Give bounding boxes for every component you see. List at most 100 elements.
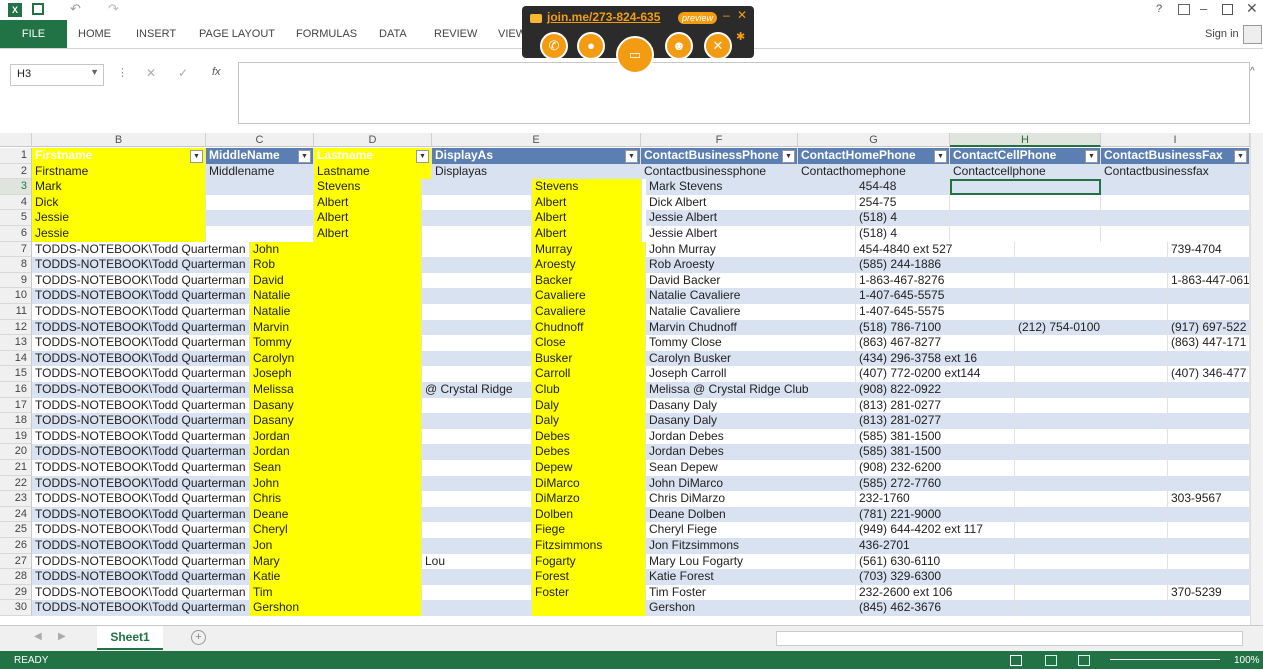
table-cell-f[interactable]: Rob Aroesty [646, 257, 856, 273]
table-cell-a[interactable]: TODDS-NOTEBOOK\Todd Quarterman [32, 444, 250, 460]
table-cell-a[interactable]: TODDS-NOTEBOOK\Todd Quarterman [32, 350, 250, 367]
table-cell-g[interactable]: 232-1760 [856, 491, 1015, 507]
table-cell-e[interactable]: Cavaliere [532, 304, 646, 320]
table-cell-h[interactable] [1015, 413, 1168, 429]
row-header-26[interactable]: 26 [0, 538, 32, 554]
table-cell-g[interactable]: (863) 467-8277 [856, 335, 1015, 351]
table-cell[interactable]: Firstname [32, 163, 206, 180]
table-cell-i[interactable] [1168, 413, 1250, 429]
table-cell-a[interactable]: TODDS-NOTEBOOK\Todd Quarterman [32, 569, 250, 585]
table-cell-d[interactable] [422, 304, 532, 320]
column-header-i[interactable]: I [1101, 133, 1250, 147]
zoom-level[interactable]: 100% [1234, 655, 1260, 666]
row-header-19[interactable]: 19 [0, 428, 32, 445]
table-cell-f[interactable]: Sean Depew [646, 460, 856, 476]
table-cell-d[interactable] [422, 413, 532, 429]
table-cell-f[interactable]: Melissa @ Crystal Ridge Club [646, 382, 856, 398]
table-cell-i[interactable] [1168, 288, 1250, 304]
filter-dropdown-icon[interactable]: ▼ [190, 150, 203, 163]
row-header-5[interactable]: 5 [0, 210, 32, 226]
table-cell-middlename[interactable] [206, 179, 314, 195]
column-header-d[interactable]: D [314, 133, 432, 147]
table-cell-i[interactable] [1101, 179, 1250, 195]
table-cell-d[interactable] [422, 272, 532, 289]
table-cell-d[interactable] [422, 397, 532, 414]
table-cell-g[interactable]: (585) 381-1500 [856, 444, 1015, 460]
table-header-cell[interactable]: MiddleName ▼ [206, 148, 314, 164]
table-cell-e[interactable]: Foster [532, 584, 646, 601]
table-cell-e[interactable]: Club [532, 382, 646, 398]
table-cell-f[interactable]: Jordan Debes [646, 444, 856, 460]
row-header-15[interactable]: 15 [0, 366, 32, 382]
table-cell-e[interactable]: Cavaliere [532, 288, 646, 304]
table-cell-lastname[interactable]: Albert [314, 210, 422, 226]
table-cell-h[interactable] [950, 194, 1101, 211]
table-cell-h[interactable] [1015, 522, 1168, 538]
row-header-28[interactable]: 28 [0, 569, 32, 585]
table-cell-i[interactable] [1168, 304, 1250, 320]
table-cell-b[interactable]: David [250, 272, 422, 289]
table-cell-middlename[interactable] [206, 210, 314, 226]
row-header-24[interactable]: 24 [0, 506, 32, 523]
active-cell-h3[interactable] [950, 179, 1101, 195]
table-cell-i[interactable] [1168, 553, 1250, 570]
tab-data[interactable]: DATA [379, 20, 407, 48]
table-cell-d[interactable] [422, 444, 532, 460]
table-cell-h[interactable] [1015, 382, 1168, 398]
table-cell-firstname[interactable]: Jessie [32, 226, 206, 242]
table-cell-h[interactable] [1015, 553, 1168, 570]
table-cell-b[interactable]: Dasany [250, 397, 422, 414]
close-button[interactable]: ✕ [1246, 0, 1258, 17]
table-cell-e[interactable]: Fitzsimmons [532, 538, 646, 554]
undo-icon[interactable]: ↶ [70, 1, 81, 17]
restore-button[interactable] [1222, 4, 1233, 15]
spreadsheet-grid[interactable]: BCDEFGHI 1 Firstname ▼ MiddleName ▼ Lastname ▼… [0, 133, 1263, 625]
table-cell-g[interactable]: 1-863-467-8276 [856, 272, 1015, 289]
row-header-6[interactable]: 6 [0, 226, 32, 242]
prev-sheet-icon[interactable]: ◀ [34, 631, 42, 642]
table-cell-f[interactable]: Dick Albert [646, 194, 856, 211]
table-cell-d[interactable] [422, 522, 532, 538]
chevron-down-icon[interactable]: ▼ [90, 67, 99, 77]
table-cell-i[interactable]: 739-4704 [1168, 241, 1250, 258]
row-header-30[interactable]: 30 [0, 600, 32, 616]
table-cell-middlename[interactable] [206, 194, 314, 211]
table-cell-f[interactable]: Dasany Daly [646, 413, 856, 429]
table-cell-f[interactable]: Deane Dolben [646, 506, 856, 523]
table-cell-g[interactable]: 436-2701 [856, 538, 1015, 554]
table-cell-g[interactable]: (561) 630-6110 [856, 553, 1015, 570]
joinme-minimize-icon[interactable]: – [723, 8, 730, 22]
zoom-slider[interactable] [1110, 659, 1220, 660]
table-cell-i[interactable] [1168, 522, 1250, 538]
table-header-cell[interactable]: ContactCellPhone ▼ [950, 148, 1101, 164]
column-header-c[interactable]: C [206, 133, 314, 147]
table-cell-lastname[interactable]: Stevens [314, 179, 422, 195]
table-cell-d[interactable] [422, 428, 532, 445]
row-header-3[interactable]: 3 [0, 179, 32, 195]
table-cell-a[interactable]: TODDS-NOTEBOOK\Todd Quarterman [32, 460, 250, 476]
table-cell-displayas[interactable] [422, 210, 532, 226]
table-cell-b[interactable]: Jordan [250, 444, 422, 460]
table-cell-g[interactable]: (585) 272-7760 [856, 475, 1015, 492]
table-cell-a[interactable]: TODDS-NOTEBOOK\Todd Quarterman [32, 272, 250, 289]
table-cell-g[interactable]: (518) 4 [856, 226, 950, 242]
table-cell[interactable]: Middlename [206, 163, 314, 180]
table-cell-i[interactable] [1168, 428, 1250, 445]
row-header-20[interactable]: 20 [0, 444, 32, 460]
table-cell-d[interactable] [422, 538, 532, 554]
tab-file[interactable]: FILE [0, 20, 67, 48]
table-cell-f[interactable]: Jessie Albert [646, 210, 856, 226]
table-cell-f[interactable]: Jessie Albert [646, 226, 856, 242]
table-cell-a[interactable]: TODDS-NOTEBOOK\Todd Quarterman [32, 319, 250, 336]
table-cell-a[interactable]: TODDS-NOTEBOOK\Todd Quarterman [32, 413, 250, 429]
ribbon-display-icon[interactable] [1178, 4, 1190, 15]
table-cell-g[interactable]: 232-2600 ext 106 [856, 584, 1015, 601]
row-header-18[interactable]: 18 [0, 413, 32, 429]
phone-icon[interactable]: ✆ [540, 32, 568, 60]
table-cell-g[interactable]: (949) 644-4202 ext 117 [856, 522, 1015, 538]
table-header-cell[interactable]: ContactBusinessPhone ▼ [641, 148, 798, 164]
table-cell-g[interactable]: (908) 232-6200 [856, 460, 1015, 476]
table-cell-a[interactable]: TODDS-NOTEBOOK\Todd Quarterman [32, 288, 250, 304]
insert-function-button[interactable]: fx [212, 66, 221, 78]
table-cell-h[interactable] [1015, 491, 1168, 507]
